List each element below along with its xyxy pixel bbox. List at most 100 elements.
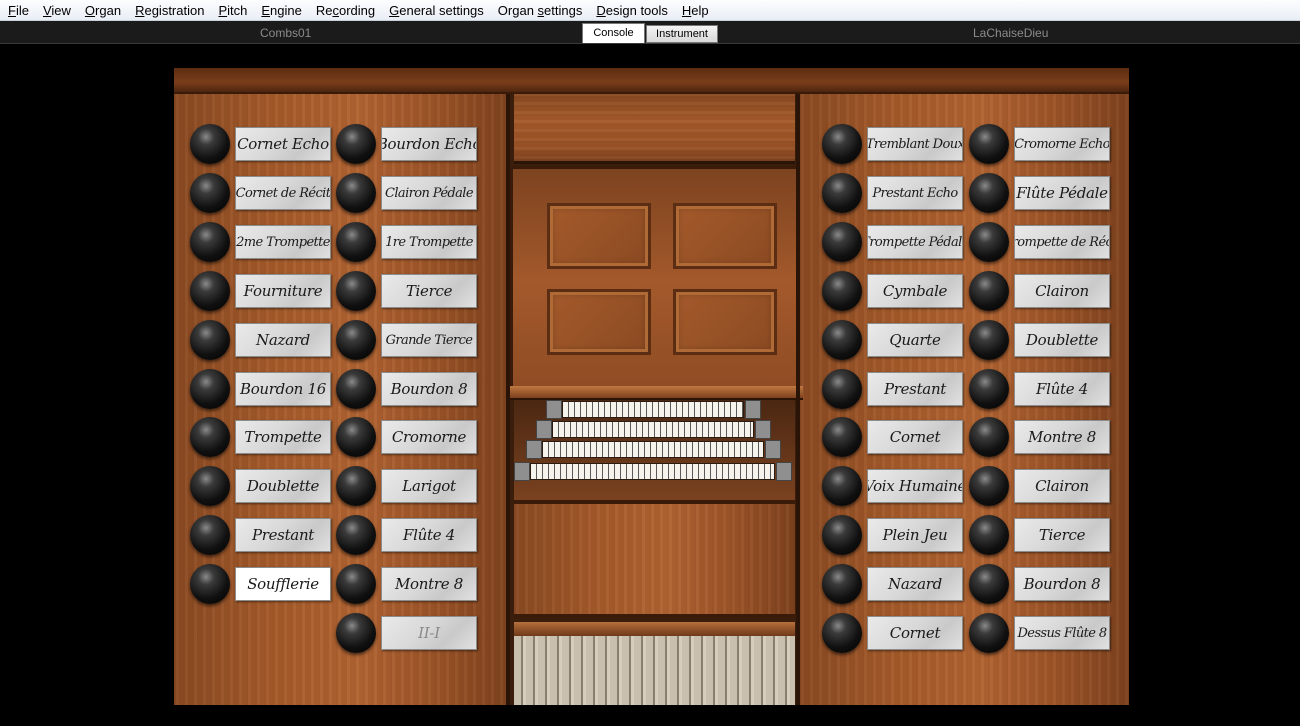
menu-item[interactable]: Help (676, 1, 717, 20)
stop-knob[interactable] (822, 173, 862, 213)
stop-knob[interactable] (190, 564, 230, 604)
stop-label[interactable]: Trompette de Récit (1014, 225, 1110, 259)
stop-knob[interactable] (190, 271, 230, 311)
stop-label[interactable]: Nazard (235, 323, 331, 357)
stop-knob[interactable] (190, 466, 230, 506)
stop-knob[interactable] (969, 417, 1009, 457)
stop-label[interactable]: Cornet (867, 420, 963, 454)
stop-label[interactable]: 2me Trompette (235, 225, 331, 259)
menu-item[interactable]: Organ settings (492, 1, 591, 20)
stop-label[interactable]: Bourdon 8 (381, 372, 477, 406)
menu-item[interactable]: Pitch (212, 1, 255, 20)
stop-label[interactable]: Flûte 4 (381, 518, 477, 552)
stop-label[interactable]: Montre 8 (381, 567, 477, 601)
stop-label[interactable]: Bourdon 8 (1014, 567, 1110, 601)
stop-label[interactable]: Clairon Pédale (381, 176, 477, 210)
tab-instrument[interactable]: Instrument (646, 25, 718, 43)
stop-label[interactable]: Doublette (1014, 323, 1110, 357)
stop-knob[interactable] (822, 369, 862, 409)
menu-item[interactable]: Recording (310, 1, 383, 20)
stop-label[interactable]: Clairon (1014, 469, 1110, 503)
stop-label[interactable]: Cornet (867, 616, 963, 650)
stop-knob[interactable] (822, 320, 862, 360)
stop-knob[interactable] (336, 173, 376, 213)
stop-label[interactable]: Doublette (235, 469, 331, 503)
stop-knob[interactable] (822, 564, 862, 604)
stop-label[interactable]: Larigot (381, 469, 477, 503)
stop-knob[interactable] (822, 613, 862, 653)
manual-1[interactable] (530, 463, 775, 480)
stop-label[interactable]: Tierce (381, 274, 477, 308)
stop-label[interactable]: Prestant Echo (867, 176, 963, 210)
stop-label[interactable]: Tremblant Doux (867, 127, 963, 161)
stop-knob[interactable] (969, 564, 1009, 604)
stop-knob[interactable] (336, 613, 376, 653)
menu-item[interactable]: File (2, 1, 37, 20)
stop-label[interactable]: Plein Jeu (867, 518, 963, 552)
manual-2[interactable] (542, 441, 764, 458)
stop-knob[interactable] (969, 369, 1009, 409)
tab-console[interactable]: Console (582, 23, 645, 43)
stop-label[interactable]: Nazard (867, 567, 963, 601)
stop-knob[interactable] (969, 466, 1009, 506)
stop-label[interactable]: Dessus Flûte 8 (1014, 616, 1110, 650)
stop-knob[interactable] (190, 222, 230, 262)
stop-label[interactable]: Trompette Pédale (867, 225, 963, 259)
stop-knob[interactable] (969, 173, 1009, 213)
stop-knob[interactable] (336, 369, 376, 409)
stop-label[interactable]: 1re Trompette (381, 225, 477, 259)
stop-knob[interactable] (969, 271, 1009, 311)
stop-knob[interactable] (336, 564, 376, 604)
stop-label[interactable]: Cromorne Echo (1014, 127, 1110, 161)
stop-knob[interactable] (969, 613, 1009, 653)
stop-label[interactable]: Flûte Pédale (1014, 176, 1110, 210)
stop-label[interactable]: Bourdon Echo (381, 127, 477, 161)
manual-3[interactable] (552, 421, 754, 438)
stop-knob[interactable] (336, 466, 376, 506)
stop-knob[interactable] (190, 173, 230, 213)
stop-knob[interactable] (822, 417, 862, 457)
stop-knob[interactable] (336, 417, 376, 457)
stop-label[interactable]: Flûte 4 (1014, 372, 1110, 406)
stop-label[interactable]: Cornet Echo (235, 127, 331, 161)
stop-knob[interactable] (822, 124, 862, 164)
manual-4[interactable] (562, 401, 744, 418)
stop-knob[interactable] (190, 417, 230, 457)
stop-label[interactable]: Voix Humaine (867, 469, 963, 503)
stop-label[interactable]: Trompette (235, 420, 331, 454)
pedalboard[interactable] (514, 636, 795, 705)
menu-item[interactable]: Design tools (590, 1, 676, 20)
stop-knob[interactable] (822, 515, 862, 555)
stop-knob[interactable] (822, 271, 862, 311)
stop-knob[interactable] (336, 124, 376, 164)
stop-knob[interactable] (190, 515, 230, 555)
stop-label[interactable]: Soufflerie (235, 567, 331, 601)
stop-knob[interactable] (822, 466, 862, 506)
stop-label[interactable]: Quarte (867, 323, 963, 357)
stop-label[interactable]: Bourdon 16 (235, 372, 331, 406)
stop-knob[interactable] (190, 369, 230, 409)
stop-label[interactable]: Cornet de Récit (235, 176, 331, 210)
stop-knob[interactable] (336, 320, 376, 360)
menu-item[interactable]: View (37, 1, 79, 20)
stop-label[interactable]: Fourniture (235, 274, 331, 308)
stop-knob[interactable] (336, 515, 376, 555)
stop-label[interactable]: II-I (381, 616, 477, 650)
menu-item[interactable]: Engine (255, 1, 309, 20)
stop-knob[interactable] (969, 124, 1009, 164)
stop-knob[interactable] (336, 222, 376, 262)
stop-knob[interactable] (822, 222, 862, 262)
stop-knob[interactable] (969, 515, 1009, 555)
stop-label[interactable]: Cymbale (867, 274, 963, 308)
stop-knob[interactable] (190, 320, 230, 360)
stop-label[interactable]: Prestant (235, 518, 331, 552)
menu-item[interactable]: Organ (79, 1, 129, 20)
menu-item[interactable]: General settings (383, 1, 492, 20)
stop-knob[interactable] (336, 271, 376, 311)
stop-knob[interactable] (969, 222, 1009, 262)
stop-label[interactable]: Montre 8 (1014, 420, 1110, 454)
menu-item[interactable]: Registration (129, 1, 212, 20)
stop-label[interactable]: Prestant (867, 372, 963, 406)
stop-label[interactable]: Clairon (1014, 274, 1110, 308)
stop-label[interactable]: Cromorne (381, 420, 477, 454)
